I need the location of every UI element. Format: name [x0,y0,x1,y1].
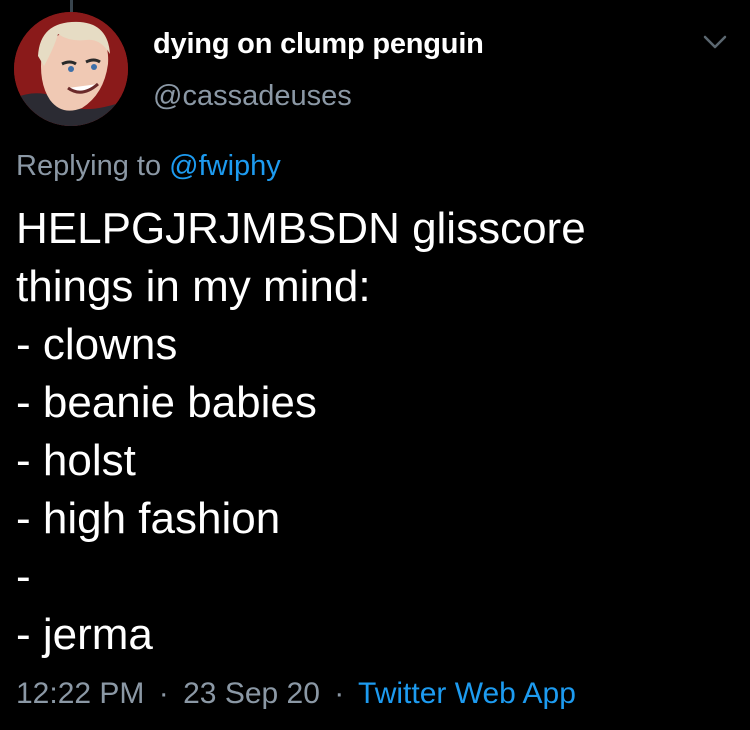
tweet-text-line: - holst [16,436,136,485]
display-name[interactable]: dying on clump penguin [153,28,484,61]
tweet-text-line: - high fashion [16,494,281,543]
avatar-illustration [14,12,128,126]
reply-context: Replying to @fwiphy [16,150,281,183]
tweet-text-line: - [16,552,31,601]
tweet-text-line: HELPGJRJMBSDN glisscore [16,204,586,253]
chevron-down-icon[interactable] [700,30,730,54]
tweet-text-line: - beanie babies [16,378,317,427]
avatar[interactable] [14,12,128,126]
tweet-text: HELPGJRJMBSDN glisscore things in my min… [16,200,736,664]
tweet-source-link[interactable]: Twitter Web App [358,677,576,710]
tweet-text-line: - clowns [16,320,178,369]
reply-mention-link[interactable]: @fwiphy [169,150,281,182]
tweet-text-line: - jerma [16,610,153,659]
tweet-time[interactable]: 12:22 PM [16,677,144,710]
separator-dot: · [334,677,345,710]
separator-dot: · [158,677,169,710]
tweet-date[interactable]: 23 Sep 20 [183,677,320,710]
tweet-metadata: 12:22 PM · 23 Sep 20 · Twitter Web App [16,677,576,711]
thread-connector-line [70,0,73,12]
user-handle[interactable]: @cassadeuses [153,80,352,113]
tweet-text-line: things in my mind: [16,262,371,311]
reply-prefix: Replying to [16,150,162,182]
tweet-card: dying on clump penguin @cassadeuses Repl… [0,0,750,730]
